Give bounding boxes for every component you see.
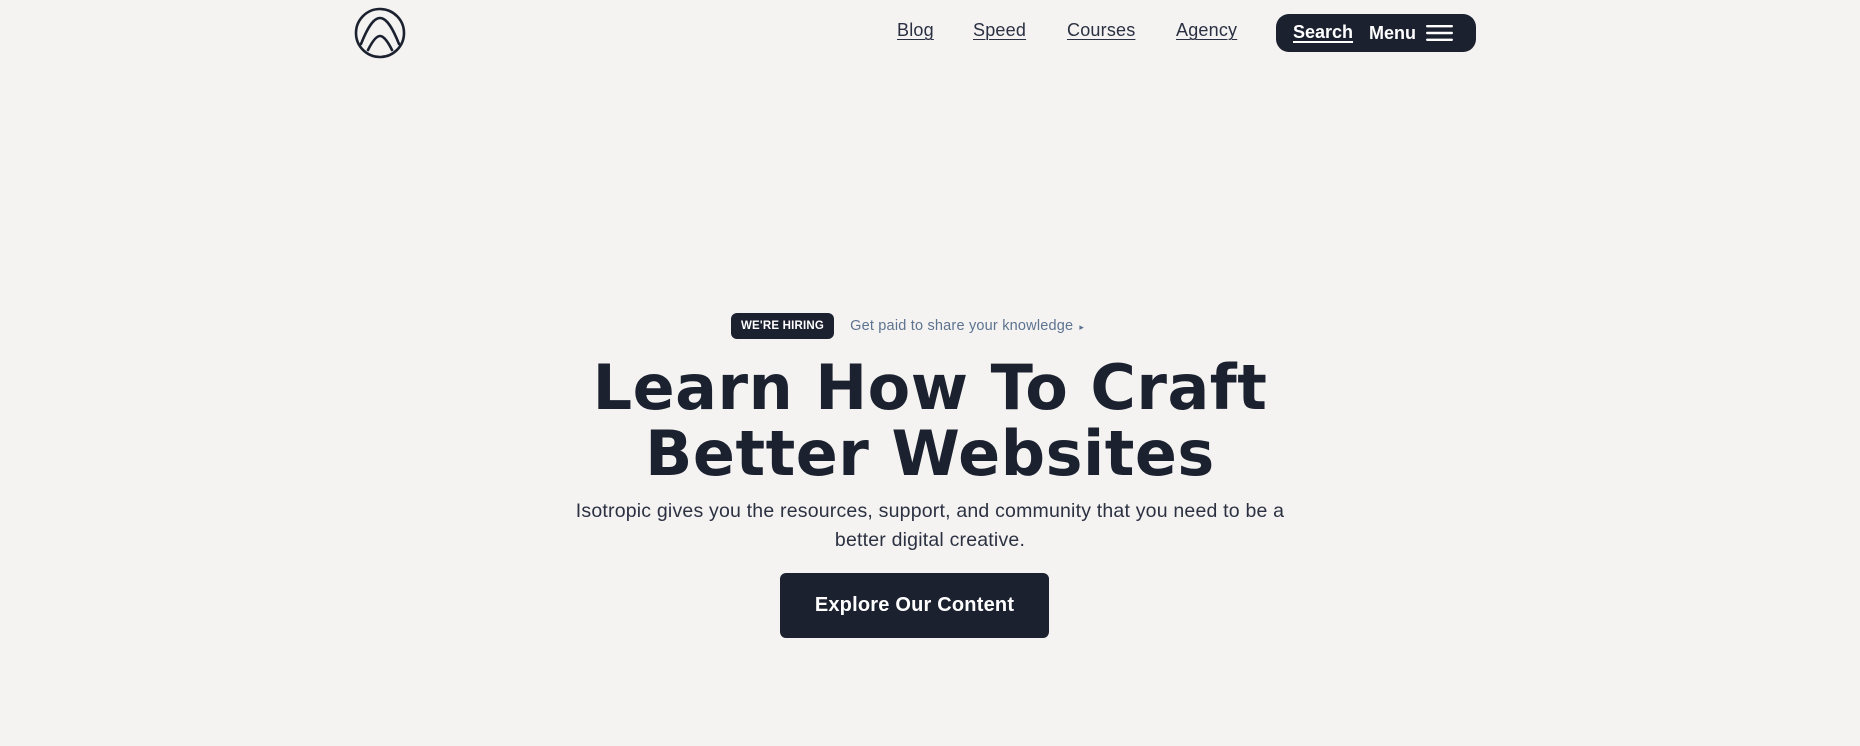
hero-subtitle: Isotropic gives you the resources, suppo… <box>500 497 1360 555</box>
hiring-announcement: WE'RE HIRING Get paid to share your know… <box>731 313 1084 339</box>
hero-headline-line-2: Better Websites <box>645 417 1215 490</box>
hiring-link-label: Get paid to share your knowledge <box>850 318 1074 334</box>
menu-label: Menu <box>1369 22 1416 43</box>
hero-headline-line-1: Learn How To Craft <box>592 351 1268 424</box>
nav-link-blog[interactable]: Blog <box>897 20 934 44</box>
hiring-link[interactable]: Get paid to share your knowledge ▸ <box>850 318 1084 334</box>
nav-link-speed[interactable]: Speed <box>973 20 1026 44</box>
hero-subtitle-line-1: Isotropic gives you the resources, suppo… <box>575 500 1285 522</box>
nav-link-agency[interactable]: Agency <box>1176 20 1237 44</box>
menu-button[interactable]: Menu <box>1369 20 1453 46</box>
site-header: Blog Speed Courses Agency Search Menu <box>0 0 1860 66</box>
hero-subtitle-line-2: better digital creative. <box>834 529 1026 551</box>
arch-circle-logo-icon[interactable] <box>354 7 406 59</box>
search-menu-pill: Search Menu <box>1276 14 1476 52</box>
hamburger-icon <box>1426 25 1453 41</box>
explore-content-button[interactable]: Explore Our Content <box>780 573 1049 638</box>
hero-headline: Learn How To Craft Better Websites <box>430 355 1430 487</box>
hiring-badge: WE'RE HIRING <box>731 313 835 339</box>
search-button[interactable]: Search <box>1293 22 1353 43</box>
arrow-right-icon: ▸ <box>1079 322 1085 332</box>
nav-link-courses[interactable]: Courses <box>1067 20 1135 44</box>
